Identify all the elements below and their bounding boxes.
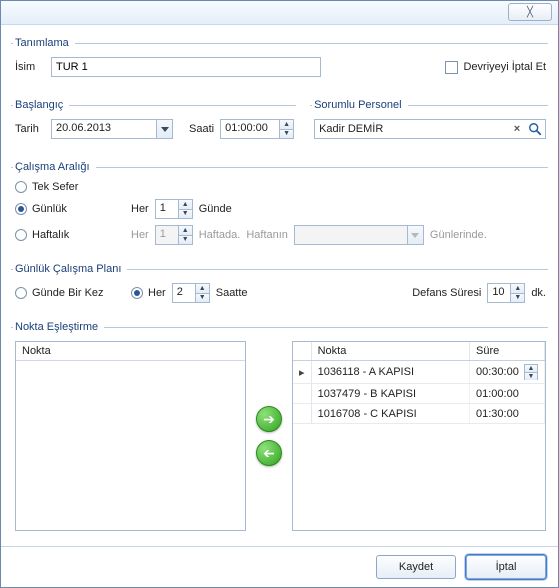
cell-nokta: 1037479 - B KAPISI (311, 384, 469, 404)
legend-baslangic: Başlangıç (13, 99, 69, 111)
cell-sure: 01:30:00 (470, 404, 545, 424)
arrow-left-icon: ➔ (263, 445, 275, 462)
label-tarih: Tarih (15, 123, 45, 135)
clear-icon[interactable]: × (511, 123, 523, 135)
group-baslangic: Başlangıç Tarih 20.06.2013 Saati 01:00:0… (11, 99, 296, 149)
table-row[interactable]: ▸1036118 - A KAPISI00:30:00▲▼ (293, 361, 544, 384)
label-gunluk: Günlük (32, 203, 67, 215)
radio-gunde-bir-kez[interactable]: Günde Bir Kez (15, 287, 125, 299)
chevron-down-icon (407, 226, 423, 244)
label-defans: Defans Süresi (412, 287, 481, 299)
col-nokta: Nokta (311, 342, 469, 361)
saati-value: 01:00:00 (221, 120, 279, 138)
label-gunlerinde: Günlerinde. (430, 229, 487, 241)
table-row[interactable]: 1037479 - B KAPISI01:00:00 (293, 384, 544, 404)
legend-gunluk-plan: Günlük Çalışma Planı (13, 263, 127, 275)
chevron-down-icon (156, 120, 172, 138)
legend-eslestirme: Nokta Eşleştirme (13, 321, 104, 333)
haftanin-gunu-select (294, 225, 424, 245)
radio-gunluk[interactable]: Günlük (15, 203, 125, 215)
isim-input[interactable] (51, 57, 321, 77)
group-sorumlu: Sorumlu Personel Kadir DEMİR × (310, 99, 548, 149)
radio-haftalik[interactable]: Haftalık (15, 229, 125, 241)
group-tanimlama: Tanımlama İsim Devriyeyi İptal Et (11, 37, 548, 87)
cancel-button[interactable]: İptal (466, 555, 546, 579)
group-calisma-araligi: Çalışma Aralığı Tek Sefer Günlük Her 1 ▲… (11, 161, 548, 255)
tarih-value: 20.06.2013 (52, 120, 156, 138)
col-sure: Süre (470, 342, 545, 361)
label-isim: İsim (15, 61, 45, 73)
legend-sorumlu: Sorumlu Personel (312, 99, 407, 111)
arrow-right-icon: ➔ (263, 411, 275, 428)
cell-nokta: 1036118 - A KAPISI (311, 361, 469, 384)
checkbox-box-icon (445, 61, 458, 74)
radio-her-saatte[interactable]: Her (131, 287, 166, 299)
saati-time-spinner[interactable]: 01:00:00 ▲▼ (220, 119, 294, 139)
dialog-window: ╳ Tanımlama İsim Devriyeyi İptal Et Başl… (0, 0, 559, 588)
label-haftanin: Haftanın (246, 229, 288, 241)
cell-sure[interactable]: 00:30:00▲▼ (470, 361, 545, 384)
row-indicator (293, 384, 311, 404)
window-close-button[interactable]: ╳ (508, 3, 552, 21)
tarih-datepicker[interactable]: 20.06.2013 (51, 119, 173, 139)
label-gunde-bir-kez: Günde Bir Kez (32, 287, 104, 299)
hafta-spinner: 1 ▲▼ (155, 225, 193, 245)
label-haftalik: Haftalık (32, 229, 69, 241)
label-haftada: Haftada. (199, 229, 241, 241)
close-icon: ╳ (527, 7, 533, 18)
row-indicator (293, 404, 311, 424)
label-saatte: Saatte (216, 287, 248, 299)
cancel-cycle-checkbox[interactable]: Devriyeyi İptal Et (445, 61, 546, 74)
radio-tek-sefer[interactable]: Tek Sefer (15, 181, 78, 193)
titlebar: ╳ (1, 1, 558, 25)
save-button[interactable]: Kaydet (376, 555, 456, 579)
sorumlu-lookup[interactable]: Kadir DEMİR × (314, 119, 546, 139)
spinner-buttons[interactable]: ▲▼ (524, 364, 538, 380)
move-right-button[interactable]: ➔ (256, 406, 282, 432)
cell-sure: 01:00:00 (470, 384, 545, 404)
search-icon[interactable] (527, 121, 543, 137)
gun-spinner[interactable]: 1 ▲▼ (155, 199, 193, 219)
assigned-points-grid[interactable]: Nokta Süre ▸1036118 - A KAPISI00:30:00▲▼… (292, 341, 546, 531)
label-her-hafta: Her (131, 229, 149, 241)
spinner-buttons[interactable]: ▲▼ (279, 120, 293, 138)
cancel-cycle-label: Devriyeyi İptal Et (463, 61, 546, 73)
label-her: Her (148, 287, 166, 299)
legend-calisma-araligi: Çalışma Aralığı (13, 161, 96, 173)
defans-spinner[interactable]: 10 ▲▼ (487, 283, 525, 303)
move-left-button[interactable]: ➔ (256, 440, 282, 466)
label-gunde: Günde (199, 203, 232, 215)
group-gunluk-plan: Günlük Çalışma Planı Günde Bir Kez Her 2… (11, 263, 548, 313)
row-indicator: ▸ (293, 361, 311, 384)
label-her-gun: Her (131, 203, 149, 215)
sorumlu-value: Kadir DEMİR (319, 123, 507, 135)
dialog-footer: Kaydet İptal (1, 546, 558, 587)
label-saati: Saati (189, 123, 214, 135)
her-saat-spinner[interactable]: 2 ▲▼ (172, 283, 210, 303)
content-area: Tanımlama İsim Devriyeyi İptal Et Başlan… (1, 25, 558, 549)
legend-tanimlama: Tanımlama (13, 37, 75, 49)
row-selector-header (293, 342, 311, 361)
cell-nokta: 1016708 - C KAPISI (311, 404, 469, 424)
available-points-header: Nokta (16, 342, 245, 361)
label-dk: dk. (531, 287, 546, 299)
table-row[interactable]: 1016708 - C KAPISI01:30:00 (293, 404, 544, 424)
label-tek-sefer: Tek Sefer (32, 181, 78, 193)
group-eslestirme: Nokta Eşleştirme Nokta ➔ ➔ (11, 321, 548, 535)
available-points-list[interactable]: Nokta (15, 341, 246, 531)
